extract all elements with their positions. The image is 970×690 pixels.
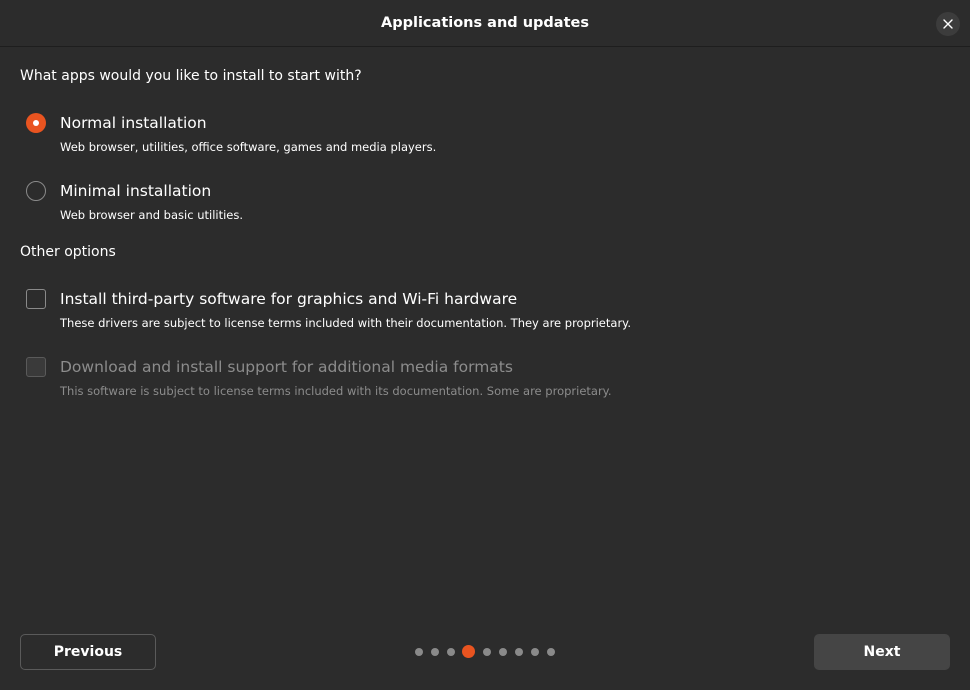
page-dot[interactable] xyxy=(447,648,455,656)
page-dot[interactable] xyxy=(431,648,439,656)
page-dot[interactable] xyxy=(483,648,491,656)
close-icon xyxy=(943,19,953,29)
page-dot-current[interactable] xyxy=(462,645,475,658)
third-party-software-description: These drivers are subject to license ter… xyxy=(60,316,631,330)
close-button[interactable] xyxy=(936,12,960,36)
page-dot[interactable] xyxy=(531,648,539,656)
page-dot[interactable] xyxy=(499,648,507,656)
window-title: Applications and updates xyxy=(381,15,589,31)
installer-window: Applications and updates What apps would… xyxy=(0,0,970,690)
media-formats-description: This software is subject to license term… xyxy=(60,384,612,398)
other-options-heading: Other options xyxy=(20,244,116,260)
normal-installation-label[interactable]: Normal installation xyxy=(60,113,207,133)
normal-installation-option[interactable]: Normal installation Web browser, utiliti… xyxy=(26,113,926,157)
media-formats-label: Download and install support for additio… xyxy=(60,358,513,376)
page-dot[interactable] xyxy=(547,648,555,656)
media-formats-option: Download and install support for additio… xyxy=(26,357,926,401)
minimal-installation-label[interactable]: Minimal installation xyxy=(60,181,211,201)
page-dot[interactable] xyxy=(515,648,523,656)
third-party-software-option[interactable]: Install third-party software for graphic… xyxy=(26,289,926,333)
page-dot[interactable] xyxy=(415,648,423,656)
third-party-software-checkbox[interactable] xyxy=(26,289,46,309)
minimal-installation-option[interactable]: Minimal installation Web browser and bas… xyxy=(26,181,926,225)
minimal-installation-radio[interactable] xyxy=(26,181,46,201)
third-party-software-label[interactable]: Install third-party software for graphic… xyxy=(60,289,517,309)
media-formats-checkbox xyxy=(26,357,46,377)
normal-installation-description: Web browser, utilities, office software,… xyxy=(60,140,437,154)
minimal-installation-description: Web browser and basic utilities. xyxy=(60,208,244,222)
next-button[interactable]: Next xyxy=(814,634,950,670)
install-question: What apps would you like to install to s… xyxy=(20,68,362,84)
header-bar: Applications and updates xyxy=(0,0,970,47)
normal-installation-radio[interactable] xyxy=(26,113,46,133)
